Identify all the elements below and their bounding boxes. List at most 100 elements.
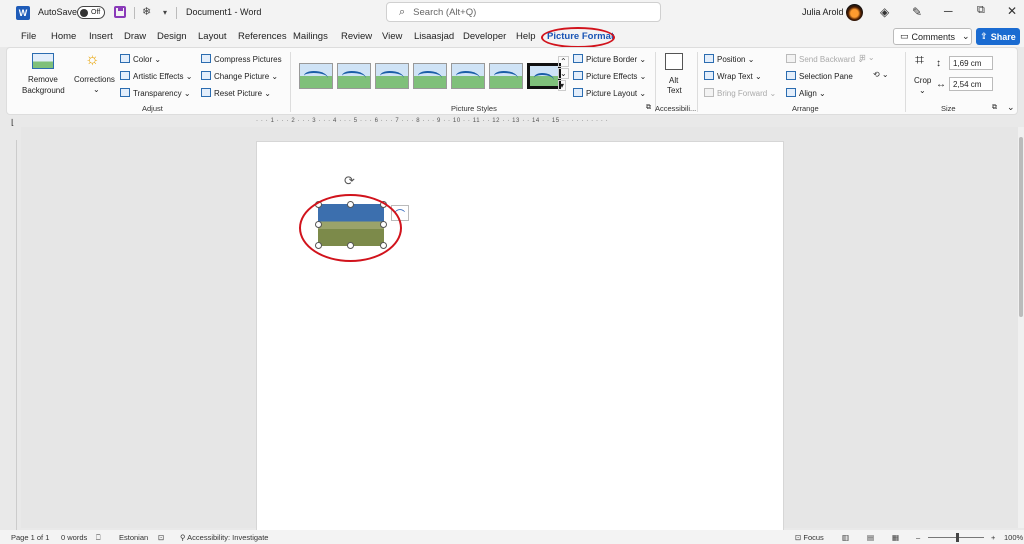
horizontal-ruler[interactable]: · · · 1 · · · 2 · · · 3 · · · 4 · · · 5 … xyxy=(256,117,786,127)
alt-text-icon[interactable] xyxy=(665,53,683,70)
gallery-more-icon[interactable]: ▾ xyxy=(558,80,567,91)
selection-pane-icon xyxy=(786,71,796,80)
corrections-button[interactable]: Corrections xyxy=(74,75,115,84)
tab-draw[interactable]: Draw xyxy=(124,31,146,42)
width-icon: ↔ xyxy=(936,79,946,90)
tab-help[interactable]: Help xyxy=(516,31,536,42)
tab-design[interactable]: Design xyxy=(157,31,187,42)
tab-insert[interactable]: Insert xyxy=(89,31,113,42)
restore-icon[interactable]: ⧉ xyxy=(977,4,985,17)
send-backward-label: Send Backward xyxy=(799,55,856,64)
corrections-icon[interactable]: ☼ xyxy=(85,51,100,69)
gallery-up-icon[interactable]: ⌃ xyxy=(558,56,569,67)
vertical-scrollbar[interactable] xyxy=(1018,127,1024,528)
close-icon[interactable]: ✕ xyxy=(1007,4,1017,18)
picture-border-button[interactable]: Picture Border ⌄ xyxy=(573,54,646,64)
crop-icon[interactable]: ⌗ xyxy=(915,52,924,70)
picture-layout-button[interactable]: Picture Layout ⌄ xyxy=(573,88,646,98)
gallery-down-icon[interactable]: ⌄ xyxy=(558,68,569,79)
comments-button[interactable]: ▭ Comments ⌄ xyxy=(893,28,972,45)
remove-background-label-2[interactable]: Background xyxy=(22,86,65,95)
page-count[interactable]: Page 1 of 1 xyxy=(11,533,49,542)
read-mode-icon[interactable]: ▥ xyxy=(842,533,849,542)
tab-file[interactable]: File xyxy=(21,31,36,42)
collapse-ribbon-icon[interactable]: ⌄ xyxy=(1007,102,1015,113)
share-button[interactable]: ⇪ Share xyxy=(976,28,1020,45)
tab-layout[interactable]: Layout xyxy=(198,31,227,42)
quick-access-dropdown-icon[interactable]: ▾ xyxy=(163,8,167,17)
reset-picture-button[interactable]: Reset Picture ⌄ xyxy=(201,88,271,98)
accessibility-status[interactable]: ⚲ Accessibility: Investigate xyxy=(180,533,268,542)
picture-style-5[interactable] xyxy=(451,63,485,89)
rotate-objects-icon[interactable]: ⟲ ⌄ xyxy=(873,70,889,79)
scrollbar-thumb[interactable] xyxy=(1019,137,1023,317)
picture-effects-label: Picture Effects xyxy=(586,72,638,81)
minimize-icon[interactable]: ─ xyxy=(944,4,953,18)
tab-stop-selector-icon[interactable]: ⌊ xyxy=(11,118,14,127)
tab-developer[interactable]: Developer xyxy=(463,31,506,42)
alt-text-label-2[interactable]: Text xyxy=(667,86,682,95)
rotate-handle-icon[interactable]: ⟳ xyxy=(344,173,355,189)
tab-lisaasjad[interactable]: Lisaasjad xyxy=(414,31,454,42)
alt-text-label-1[interactable]: Alt xyxy=(669,76,678,85)
customize-icon[interactable]: ❄ xyxy=(142,5,151,18)
pen-icon[interactable]: ✎ xyxy=(912,5,922,19)
vertical-ruler[interactable] xyxy=(7,140,17,530)
picture-style-2[interactable] xyxy=(337,63,371,89)
web-layout-icon[interactable]: ▦ xyxy=(892,533,899,542)
picture-style-7[interactable] xyxy=(527,63,561,89)
share-label: Share xyxy=(990,31,1016,42)
compress-pictures-button[interactable]: Compress Pictures xyxy=(201,54,282,64)
change-picture-button[interactable]: Change Picture ⌄ xyxy=(201,71,278,81)
arrange-group-label: Arrange xyxy=(792,104,819,113)
color-button[interactable]: Color ⌄ xyxy=(120,54,161,64)
tab-review[interactable]: Review xyxy=(341,31,372,42)
remove-background-label-1[interactable]: Remove xyxy=(28,75,58,84)
position-button[interactable]: Position ⌄ xyxy=(704,54,754,64)
tab-home[interactable]: Home xyxy=(51,31,76,42)
avatar[interactable] xyxy=(846,4,863,21)
zoom-in-icon[interactable]: + xyxy=(991,533,995,542)
chevron-down-icon[interactable]: ⌄ xyxy=(919,86,926,95)
wrap-text-button[interactable]: Wrap Text ⌄ xyxy=(704,71,762,81)
separator xyxy=(290,52,291,112)
picture-style-3[interactable] xyxy=(375,63,409,89)
zoom-out-icon[interactable]: – xyxy=(916,533,920,542)
width-field[interactable]: 2,54 cm xyxy=(949,77,993,91)
align-button[interactable]: Align ⌄ xyxy=(786,88,826,98)
zoom-slider-thumb[interactable] xyxy=(956,533,959,542)
send-backward-button[interactable]: Send Backward ⌄ xyxy=(786,54,864,64)
zoom-level[interactable]: 100% xyxy=(1004,533,1023,542)
artistic-effects-button[interactable]: Artistic Effects ⌄ xyxy=(120,71,192,81)
tab-mailings[interactable]: Mailings xyxy=(293,31,328,42)
size-dialog-launcher-icon[interactable]: ⧉ xyxy=(992,104,997,112)
autosave-toggle[interactable]: Off xyxy=(77,6,105,19)
dialog-launcher-icon[interactable]: ⧉ xyxy=(646,104,651,112)
picture-style-1[interactable] xyxy=(299,63,333,89)
transparency-button[interactable]: Transparency ⌄ xyxy=(120,88,191,98)
diamond-icon[interactable]: ◈ xyxy=(880,5,889,19)
picture-effects-button[interactable]: Picture Effects ⌄ xyxy=(573,71,646,81)
save-icon[interactable] xyxy=(114,6,126,18)
remove-background-icon[interactable] xyxy=(32,53,54,69)
focus-button[interactable]: ⊡ Focus xyxy=(795,533,824,542)
tab-references[interactable]: References xyxy=(238,31,287,42)
chevron-down-icon[interactable]: ⌄ xyxy=(93,85,100,94)
print-layout-icon[interactable]: ▤ xyxy=(867,533,874,542)
crop-button[interactable]: Crop xyxy=(914,76,931,85)
selection-pane-button[interactable]: Selection Pane xyxy=(786,71,853,81)
proofing-icon[interactable]: ⎕ xyxy=(96,533,101,543)
group-objects-icon[interactable]: ⊞ ⌄ xyxy=(859,53,875,62)
user-name[interactable]: Julia Arold xyxy=(802,7,844,17)
color-label: Color xyxy=(133,55,153,64)
text-predictions-icon[interactable]: ⊡ xyxy=(158,533,164,542)
bring-forward-button[interactable]: Bring Forward ⌄ xyxy=(704,88,776,98)
tab-view[interactable]: View xyxy=(382,31,402,42)
picture-style-6[interactable] xyxy=(489,63,523,89)
language[interactable]: Estonian xyxy=(119,533,148,542)
picture-style-4[interactable] xyxy=(413,63,447,89)
search-input[interactable]: ⌕ Search (Alt+Q) xyxy=(386,2,661,22)
document-title: Document1 - Word xyxy=(186,7,262,17)
word-count[interactable]: 0 words xyxy=(61,533,87,542)
height-field[interactable]: 1,69 cm xyxy=(949,56,993,70)
